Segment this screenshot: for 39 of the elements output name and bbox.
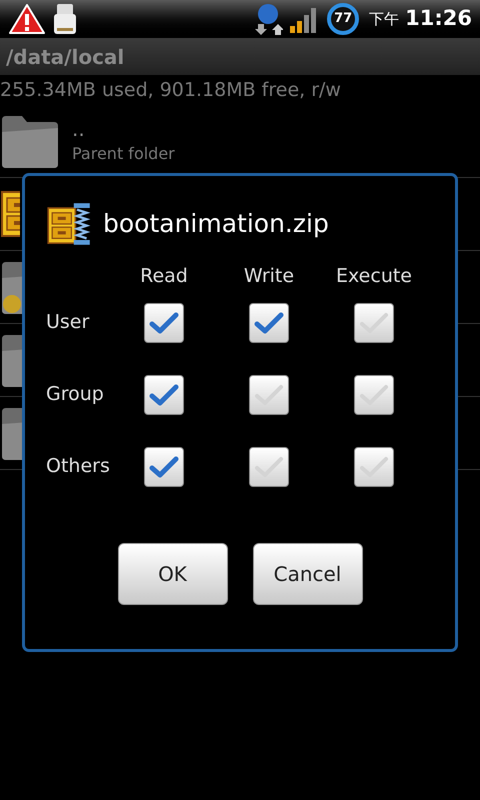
clock-time: 11:26 <box>405 5 472 32</box>
checkbox[interactable] <box>354 446 394 486</box>
check-icon <box>359 310 389 334</box>
file-detail: Parent folder <box>72 143 175 165</box>
column-header: Execute <box>336 264 412 289</box>
row-label: Group <box>46 382 105 408</box>
battery-indicator: 77 <box>327 3 360 35</box>
check-icon <box>149 454 179 478</box>
checkbox[interactable] <box>249 374 289 414</box>
row-label: User <box>46 310 90 336</box>
zip-file-icon <box>45 200 93 248</box>
column-header: Read <box>140 264 188 289</box>
check-icon <box>254 382 284 406</box>
usb-icon <box>52 2 78 36</box>
check-icon <box>254 310 284 334</box>
dialog-title: bootanimation.zip <box>103 208 329 240</box>
checkbox[interactable] <box>354 374 394 414</box>
warning-icon <box>8 3 46 35</box>
checkbox[interactable] <box>144 374 184 414</box>
path-bar: /data/local <box>0 38 480 75</box>
row-label: Others <box>46 454 111 480</box>
storage-info: 255.34MB used, 901.18MB free, r/w <box>0 78 341 103</box>
checkbox[interactable] <box>354 302 394 342</box>
zip-icon <box>0 191 20 237</box>
check-icon <box>359 454 389 478</box>
checkbox[interactable] <box>144 446 184 486</box>
network-3g-icon <box>253 2 284 36</box>
dialog-button[interactable]: OK <box>118 542 228 604</box>
checkbox[interactable] <box>144 302 184 342</box>
time-period: 下午 <box>369 8 400 30</box>
checkbox[interactable] <box>249 446 289 486</box>
check-icon <box>254 454 284 478</box>
check-icon <box>149 310 179 334</box>
check-icon <box>359 382 389 406</box>
column-header: Write <box>244 264 294 289</box>
dialog-button[interactable]: Cancel <box>252 542 362 604</box>
check-icon <box>149 382 179 406</box>
file-name: .. <box>72 116 86 142</box>
checkbox[interactable] <box>249 302 289 342</box>
